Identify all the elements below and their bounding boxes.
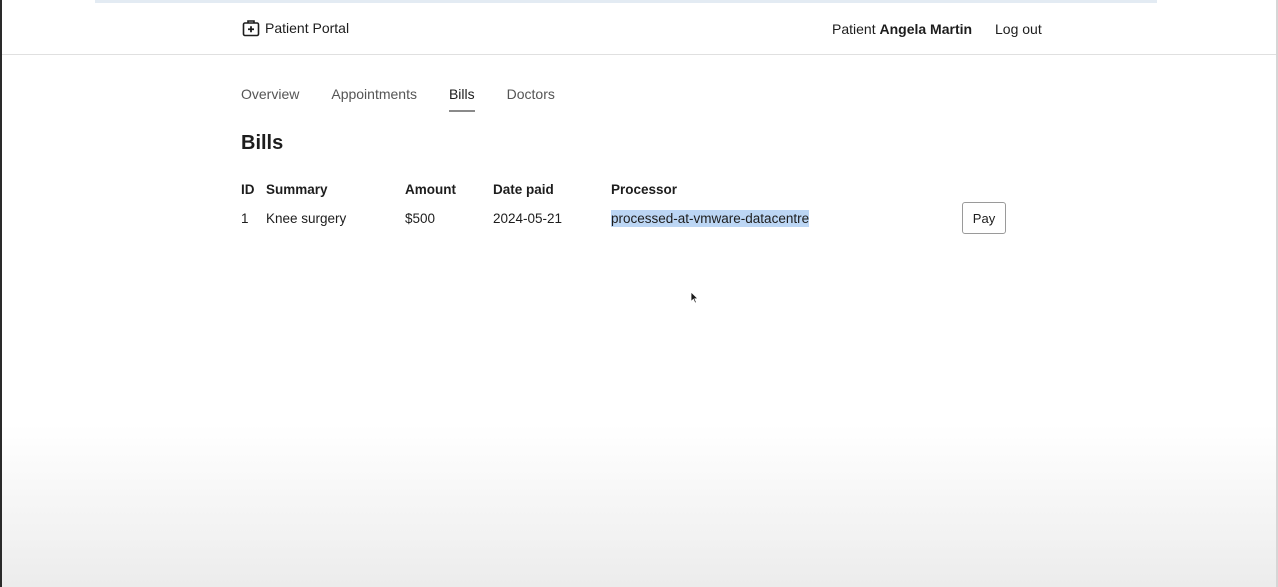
tab-appointments[interactable]: Appointments <box>331 86 417 110</box>
column-header-processor: Processor <box>611 181 678 197</box>
current-user: Patient Angela Martin <box>832 21 972 37</box>
window-left-edge <box>0 0 2 587</box>
column-header-date-paid: Date paid <box>493 181 554 197</box>
tab-bills[interactable]: Bills <box>448 86 475 112</box>
logout-link[interactable]: Log out <box>995 21 1042 37</box>
column-header-action <box>962 176 1012 202</box>
bills-table: ID Summary Amount Date paid Processor 1 … <box>241 176 1012 234</box>
user-prefix: Patient <box>832 21 876 37</box>
tab-doctors[interactable]: Doctors <box>507 86 555 110</box>
column-header-summary: Summary <box>266 181 328 197</box>
site-header: Patient Portal Patient Angela Martin Log… <box>2 3 1276 55</box>
brand-link[interactable]: Patient Portal <box>242 19 349 37</box>
bill-id: 1 <box>241 210 249 226</box>
mouse-pointer-icon <box>690 291 699 309</box>
bill-summary: Knee surgery <box>266 210 347 226</box>
bill-action-cell: Pay <box>962 202 1012 234</box>
bill-amount: $500 <box>405 210 436 226</box>
bill-date-paid: 2024-05-21 <box>493 210 563 226</box>
user-name: Angela Martin <box>879 21 973 37</box>
table-header-row: ID Summary Amount Date paid Processor <box>241 176 1012 202</box>
page-title: Bills <box>241 132 284 154</box>
pay-button[interactable]: Pay <box>962 202 1006 234</box>
column-header-amount: Amount <box>405 181 456 197</box>
patient-portal-page: Patient Portal Patient Angela Martin Log… <box>0 0 1278 587</box>
brand-label: Patient Portal <box>265 20 350 36</box>
bill-processor-cell: processed-at-vmware-datacentre <box>611 202 962 234</box>
column-header-id: ID <box>241 181 255 197</box>
main-tabs: Overview Appointments Bills Doctors <box>241 86 587 112</box>
bill-processor[interactable]: processed-at-vmware-datacentre <box>611 209 810 227</box>
tab-overview[interactable]: Overview <box>241 86 299 110</box>
table-row: 1 Knee surgery $500 2024-05-21 processed… <box>241 202 1012 234</box>
medical-kit-icon <box>242 19 260 37</box>
